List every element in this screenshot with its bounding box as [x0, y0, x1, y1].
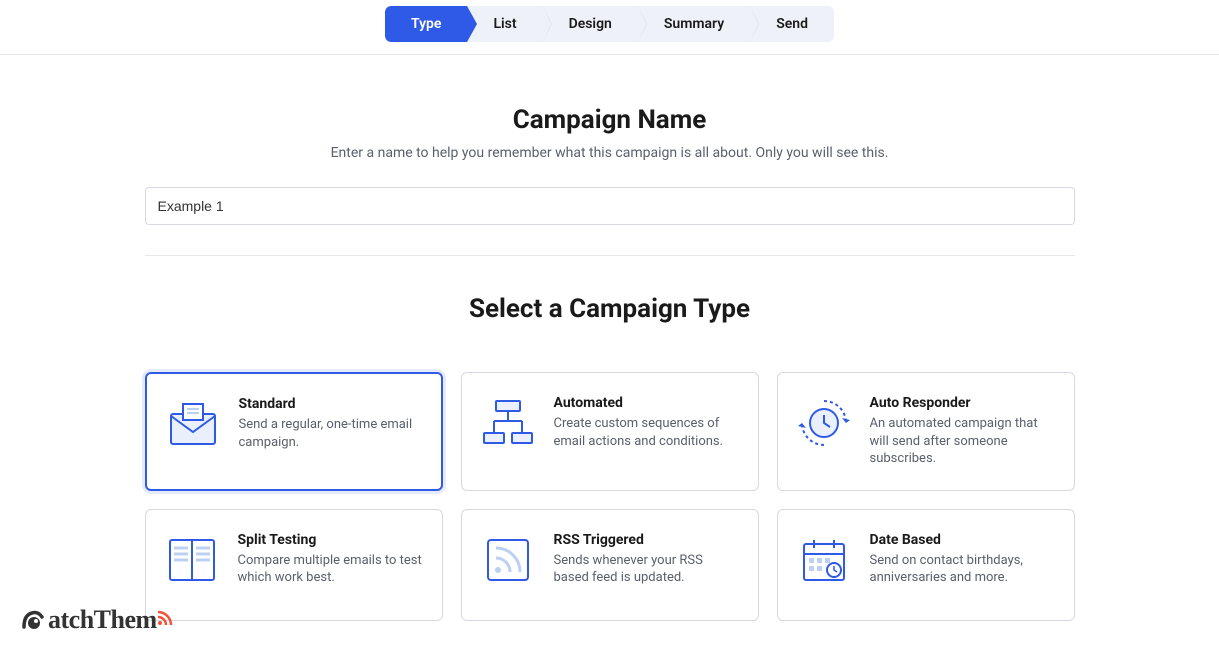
card-desc: An automated campaign that will send aft… — [870, 415, 1056, 468]
card-text: Standard Send a regular, one-time email … — [239, 396, 423, 451]
step-list[interactable]: List — [467, 6, 542, 42]
step-label: Design — [569, 16, 612, 32]
calendar-icon — [796, 532, 852, 588]
page-subtitle: Enter a name to help you remember what t… — [145, 145, 1075, 161]
card-split-testing[interactable]: Split Testing Compare multiple emails to… — [145, 509, 443, 621]
page-title: Campaign Name — [145, 105, 1075, 135]
watermark-text: atchThem — [48, 605, 157, 635]
step-label: Send — [776, 16, 808, 32]
card-automated[interactable]: Automated Create custom sequences of ema… — [461, 372, 759, 491]
step-type[interactable]: Type — [385, 6, 467, 42]
workflow-icon — [480, 395, 536, 451]
logo-mark-icon — [20, 605, 50, 635]
card-auto-responder[interactable]: Auto Responder An automated campaign tha… — [777, 372, 1075, 491]
card-title: RSS Triggered — [554, 532, 740, 548]
card-title: Split Testing — [238, 532, 424, 548]
step-send[interactable]: Send — [750, 6, 834, 42]
card-text: RSS Triggered Sends whenever your RSS ba… — [554, 532, 740, 587]
watermark-logo: atchThem — [20, 605, 173, 635]
step-label: Type — [411, 16, 441, 32]
type-grid: Standard Send a regular, one-time email … — [145, 372, 1075, 621]
card-desc: Send a regular, one-time email campaign. — [239, 416, 423, 451]
stepper: Type List Design Summary Send — [385, 6, 834, 42]
card-desc: Sends whenever your RSS based feed is up… — [554, 552, 740, 587]
card-date-based[interactable]: Date Based Send on contact birthdays, an… — [777, 509, 1075, 621]
card-desc: Compare multiple emails to test which wo… — [238, 552, 424, 587]
card-text: Auto Responder An automated campaign tha… — [870, 395, 1056, 468]
card-text: Automated Create custom sequences of ema… — [554, 395, 740, 450]
card-title: Standard — [239, 396, 423, 412]
rss-icon — [480, 532, 536, 588]
card-title: Date Based — [870, 532, 1056, 548]
main-content: Campaign Name Enter a name to help you r… — [145, 55, 1075, 621]
select-type-heading: Select a Campaign Type — [145, 294, 1075, 324]
step-summary[interactable]: Summary — [638, 6, 750, 42]
card-title: Auto Responder — [870, 395, 1056, 411]
card-standard[interactable]: Standard Send a regular, one-time email … — [145, 372, 443, 491]
card-desc: Create custom sequences of email actions… — [554, 415, 740, 450]
card-text: Split Testing Compare multiple emails to… — [238, 532, 424, 587]
ab-test-icon — [164, 532, 220, 588]
clock-cycle-icon — [796, 395, 852, 451]
step-design[interactable]: Design — [543, 6, 638, 42]
card-title: Automated — [554, 395, 740, 411]
step-label: Summary — [664, 16, 724, 32]
divider — [145, 255, 1075, 256]
envelope-icon — [165, 396, 221, 452]
card-text: Date Based Send on contact birthdays, an… — [870, 532, 1056, 587]
stepper-bar: Type List Design Summary Send — [0, 0, 1219, 55]
card-rss-triggered[interactable]: RSS Triggered Sends whenever your RSS ba… — [461, 509, 759, 621]
rss-mark-icon — [157, 610, 173, 631]
card-desc: Send on contact birthdays, anniversaries… — [870, 552, 1056, 587]
step-label: List — [493, 16, 516, 32]
campaign-name-input[interactable] — [145, 187, 1075, 225]
